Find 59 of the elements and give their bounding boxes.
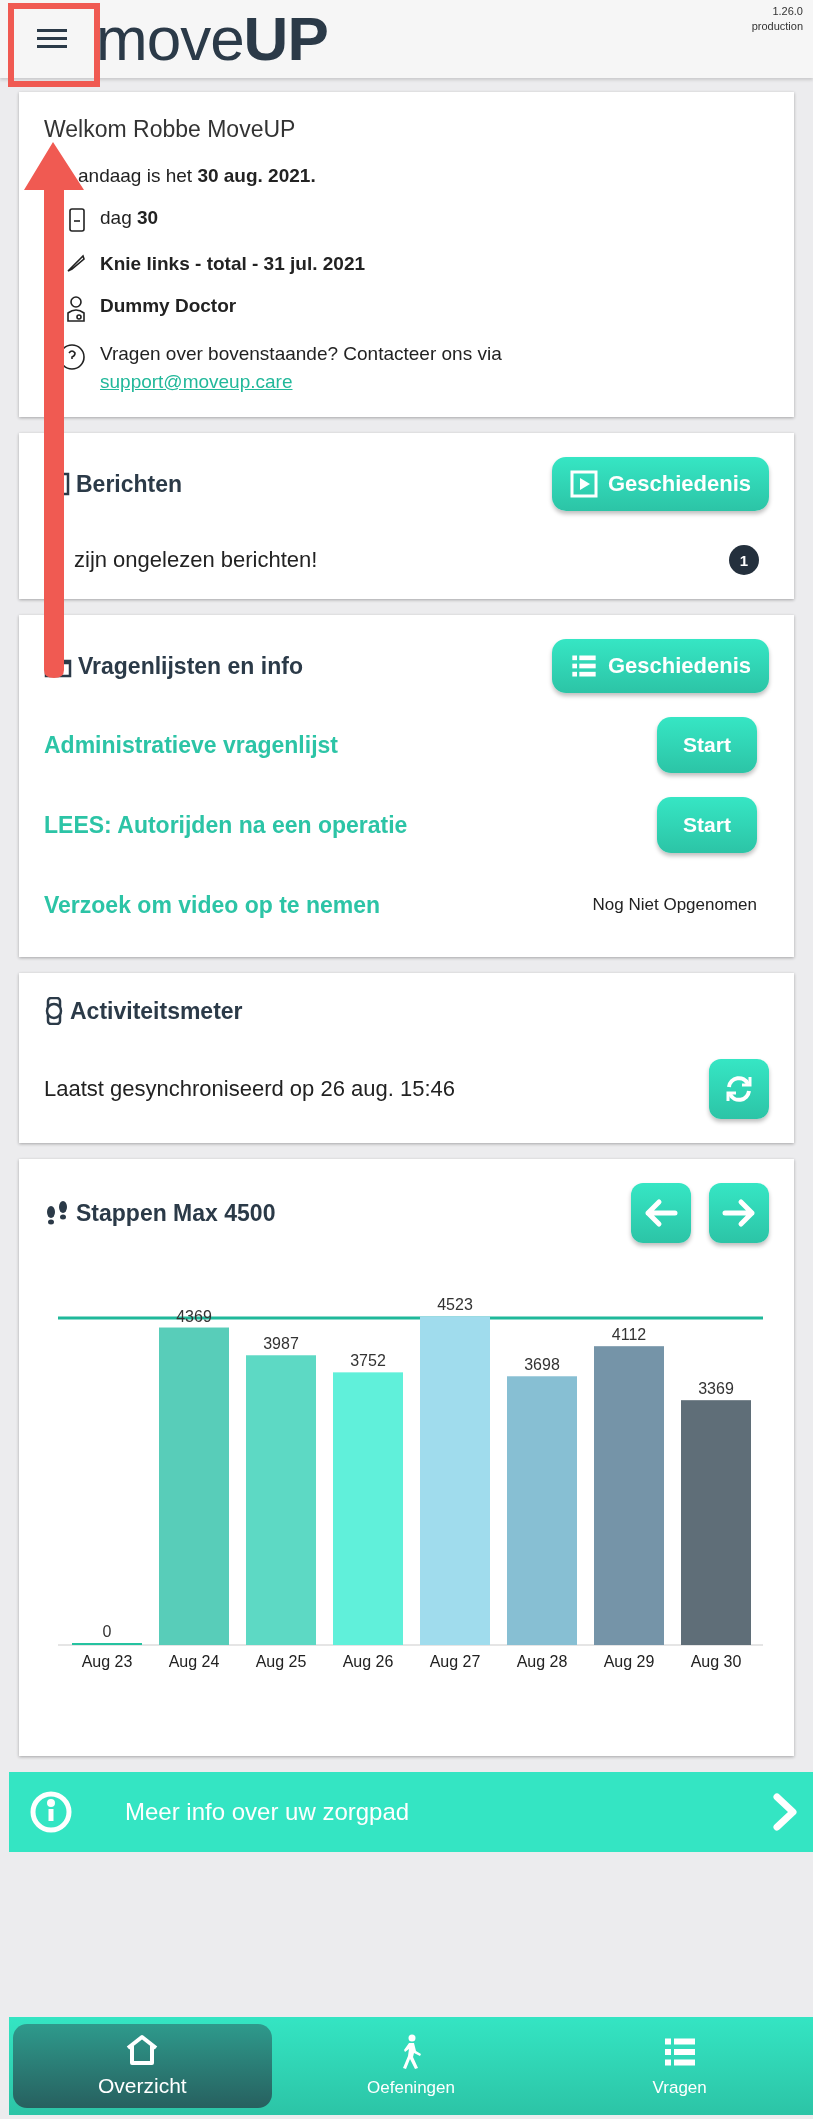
support-email-link[interactable]: support@moveup.care [100, 371, 293, 393]
environment-label: production [751, 19, 803, 34]
welcome-title: Welkom Robbe MoveUP [44, 116, 297, 143]
menu-icon [37, 29, 67, 49]
footprints-icon [44, 1200, 70, 1226]
unread-notice: zijn ongelezen berichten! [73, 547, 318, 573]
info-icon [29, 1790, 73, 1834]
start-button[interactable]: Start [657, 797, 757, 853]
nav-tab[interactable]: Vragen [550, 2024, 809, 2108]
date-text: andaag is het 30 aug. 2021. [77, 165, 317, 187]
detail-text: Dummy Doctor [100, 295, 237, 316]
doctor-icon [66, 295, 86, 323]
axis-label: Aug 29 [603, 1653, 655, 1670]
previous-button[interactable] [631, 1183, 691, 1243]
chevron-right-icon [771, 1792, 799, 1832]
version-label: 1.26.0 [772, 4, 803, 19]
axis-label: Aug 24 [168, 1653, 220, 1670]
card-title: Stappen Max 4500 [76, 1199, 276, 1227]
sync-button[interactable] [709, 1059, 769, 1119]
questionnaire-link[interactable]: Verzoek om video op te nemen [44, 891, 381, 919]
bar-value-label: 4523 [437, 1296, 473, 1314]
questionnaire-link[interactable]: Administratieve vragenlijst [44, 731, 338, 759]
logo: moveUP [96, 8, 328, 70]
card-title: Vragenlijsten en info [78, 652, 303, 680]
bar-value-label: 4112 [611, 1326, 647, 1344]
bar-value-label: 3698 [524, 1356, 560, 1374]
care-path-info-bar[interactable]: Meer info over uw zorgpad [9, 1772, 813, 1852]
bar-value-label: 3987 [263, 1335, 299, 1353]
arrow-right-icon [722, 1198, 756, 1228]
arrow-left-icon [644, 1198, 678, 1228]
next-button[interactable] [709, 1183, 769, 1243]
calendar-icon [68, 207, 86, 233]
help-text: Vragen over bovenstaande? Contacteer ons via [100, 343, 502, 365]
unread-count-badge: 1 [729, 545, 759, 575]
bar-value-label: 3369 [698, 1380, 734, 1398]
scalpel-icon [66, 253, 86, 273]
status-text: Nog Niet Opgenomen [592, 895, 757, 915]
questionnaire-link[interactable]: LEES: Autorijden na een operatie [44, 811, 408, 839]
play-icon [569, 470, 598, 498]
detail-text: Knie links - total - 31 jul. 2021 [100, 253, 366, 274]
bar-value-label: 3752 [350, 1352, 386, 1370]
axis-label: Aug 23 [81, 1653, 133, 1670]
bar-value-label: 0 [102, 1623, 112, 1640]
sync-text: Laatst gesynchroniseerd op 26 aug. 15:46 [44, 1076, 455, 1102]
axis-label: Aug 30 [690, 1653, 742, 1670]
nav-tab[interactable]: Oefeningen [281, 2024, 541, 2108]
axis-label: Aug 25 [255, 1653, 307, 1670]
home-icon [125, 2034, 160, 2066]
watch-icon [44, 997, 64, 1025]
card-title: Activiteitsmeter [70, 997, 243, 1025]
nav-tab[interactable]: Overzicht [13, 2024, 272, 2108]
history-button[interactable]: Geschiedenis [551, 457, 769, 511]
detail-text: dag 30 [100, 207, 159, 228]
axis-label: Aug 27 [429, 1653, 481, 1670]
axis-label: Aug 26 [342, 1653, 394, 1670]
card-title: Berichten [76, 470, 183, 498]
history-button[interactable]: Geschiedenis [551, 639, 769, 693]
axis-label: Aug 28 [516, 1653, 568, 1670]
start-button[interactable]: Start [657, 717, 757, 773]
